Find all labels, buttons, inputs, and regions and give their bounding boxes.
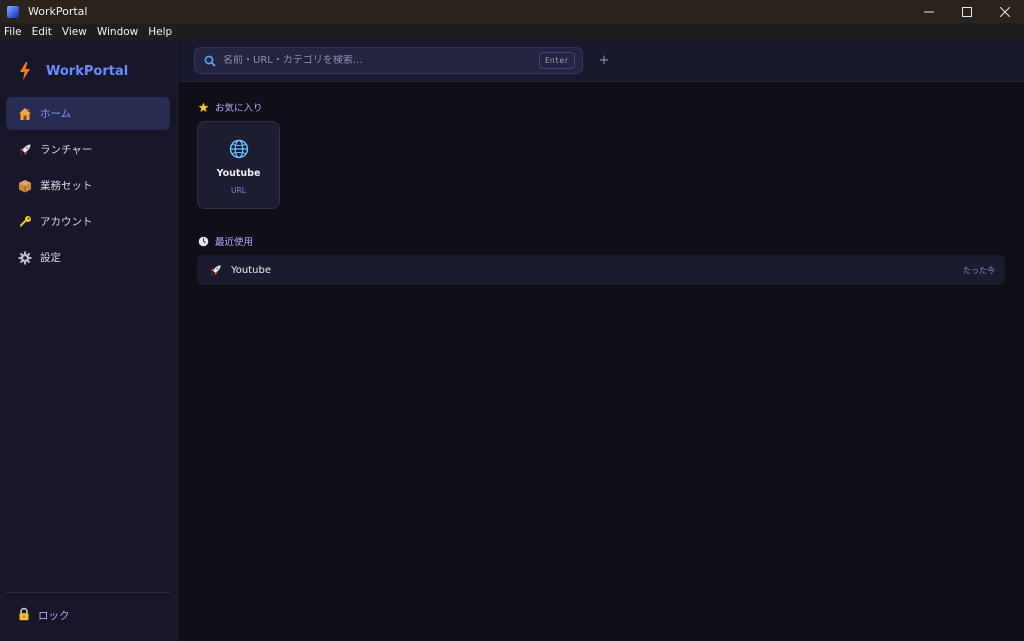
recent-item-time: たった今 [963, 265, 995, 275]
lock-button[interactable]: ロック [6, 600, 170, 630]
maximize-icon [962, 6, 972, 17]
favorite-card[interactable]: Youtube URL [197, 121, 280, 209]
sidebar-divider [6, 592, 170, 593]
star-icon [198, 102, 209, 113]
recent-header: 最近使用 [198, 234, 253, 248]
rocket-icon [208, 263, 222, 277]
recent-title: 最近使用 [215, 237, 254, 248]
brand-name: WorkPortal [46, 63, 129, 79]
search-box[interactable]: Enter [194, 47, 583, 74]
rocket-icon [17, 142, 33, 158]
menu-file[interactable]: File [4, 26, 22, 38]
window-controls [910, 0, 1024, 23]
maximize-button[interactable] [948, 0, 986, 23]
search-input[interactable] [223, 55, 533, 66]
favorites-title: お気に入り [215, 103, 263, 114]
sidebar-item-label: ランチャー [40, 144, 93, 156]
minimize-button[interactable] [910, 0, 948, 23]
menu-window[interactable]: Window [97, 26, 138, 38]
brand: WorkPortal [18, 62, 128, 80]
package-icon [17, 178, 33, 194]
add-button[interactable]: + [597, 51, 611, 69]
sidebar-item-launcher[interactable]: ランチャー [6, 133, 170, 166]
sidebar-item-settings[interactable]: 設定 [6, 241, 170, 274]
favorite-type: URL [231, 186, 246, 195]
topbar: Enter + [179, 40, 1024, 82]
sidebar-item-work-sets[interactable]: 業務セット [6, 169, 170, 202]
sidebar-item-label: ホーム [40, 108, 72, 120]
lightning-icon [20, 62, 30, 80]
recent-item-name: Youtube [231, 264, 271, 276]
favorites-header: お気に入り [198, 100, 263, 114]
menu-edit[interactable]: Edit [32, 26, 52, 38]
menubar: File Edit View Window Help [0, 23, 1024, 40]
window-titlebar: WorkPortal [0, 0, 1024, 23]
search-icon [204, 55, 216, 67]
app-logo-icon [7, 5, 19, 18]
sidebar-item-label: 設定 [40, 252, 61, 264]
enter-key-hint: Enter [538, 52, 575, 69]
sidebar-item-label: 業務セット [40, 180, 93, 192]
house-icon [17, 106, 33, 122]
close-button[interactable] [986, 0, 1024, 23]
sidebar-nav: ホーム ランチャー 業務セット アカウント 設定 [6, 97, 170, 277]
lock-label: ロック [38, 609, 70, 622]
minimize-icon [924, 11, 934, 12]
recent-item[interactable]: Youtube たった今 [197, 255, 1005, 285]
menu-view[interactable]: View [62, 26, 87, 38]
globe-icon [229, 139, 249, 159]
sidebar-item-home[interactable]: ホーム [6, 97, 170, 130]
sidebar-item-accounts[interactable]: アカウント [6, 205, 170, 238]
close-icon [1000, 6, 1010, 17]
window-title: WorkPortal [28, 5, 88, 18]
key-icon [17, 214, 33, 230]
main-content: お気に入り Youtube URL 最近使用 Youtube たった今 [179, 83, 1024, 641]
lock-icon [17, 606, 31, 625]
clock-icon [198, 236, 209, 247]
gear-icon [17, 250, 33, 266]
sidebar: WorkPortal ホーム ランチャー 業務セット アカウント 設定 ロック [0, 40, 178, 641]
sidebar-item-label: アカウント [40, 216, 93, 228]
menu-help[interactable]: Help [148, 26, 172, 38]
favorite-name: Youtube [216, 168, 261, 179]
